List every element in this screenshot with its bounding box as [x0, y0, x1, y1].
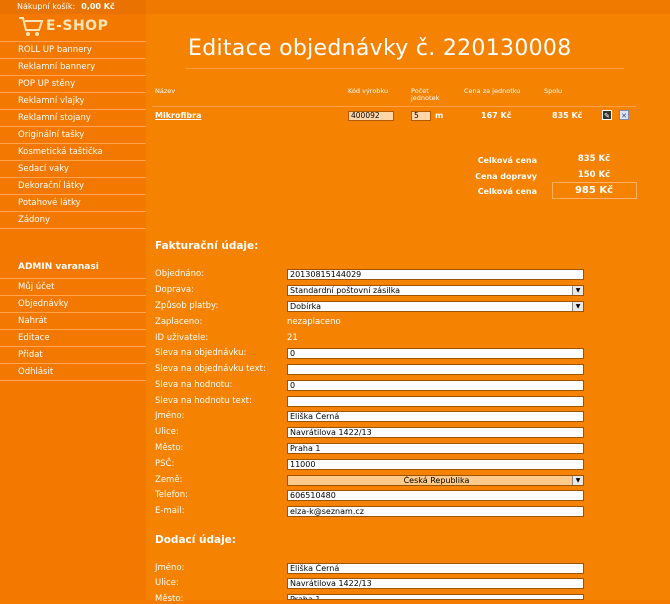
col-header-name: Název [155, 87, 176, 95]
col-header-code: Kód výrobku [348, 87, 389, 95]
nav-item-pop-up[interactable]: POP UP stěny [0, 76, 146, 93]
delivery-city-field[interactable]: Praha 1 [287, 594, 584, 600]
payment-select[interactable]: Dobírka ▼ [287, 301, 584, 312]
user-id-label: ID uživatele: [155, 333, 209, 343]
phone-label: Telefon: [155, 490, 189, 500]
header-divider [152, 106, 636, 107]
discount-value-label: Sleva na hodnotu: [155, 380, 233, 390]
admin-heading: ADMIN varanasi [18, 262, 99, 272]
billing-heading: Fakturační údaje: [155, 240, 259, 252]
admin-item-account[interactable]: Můj účet [0, 279, 146, 296]
phone-field[interactable]: 606510480 [287, 490, 584, 501]
cart-summary[interactable]: Nákupní košík: 0,00 Kč [0, 0, 146, 14]
delivery-name-label: Jméno: [155, 563, 185, 573]
country-select-value: Česká Republika [403, 476, 470, 485]
item-unit: m [435, 111, 444, 120]
billing-zip-label: PSČ: [155, 459, 175, 469]
email-label: E-mail: [155, 506, 185, 516]
nav-item-dekoracni[interactable]: Dekorační látky [0, 178, 146, 195]
country-label: Země: [155, 475, 183, 485]
delete-icon[interactable]: ✕ [619, 110, 629, 120]
discount-value-text-label: Sleva na hodnotu text: [155, 396, 252, 406]
user-id-value: 21 [287, 333, 298, 343]
shop-logo[interactable]: E-SHOP [18, 14, 138, 40]
item-code-input[interactable]: 400092 [348, 111, 394, 121]
category-nav: ROLL UP bannery Reklamní bannery POP UP … [0, 41, 146, 229]
delivery-city-label: Město: [155, 594, 184, 604]
nav-item-sedaci-vaky[interactable]: Sedací vaky [0, 161, 146, 178]
nav-item-kosmeticka[interactable]: Kosmetická taštička [0, 144, 146, 161]
billing-zip-field[interactable]: 11000 [287, 459, 584, 470]
nav-item-reklamni-bannery[interactable]: Reklamní bannery [0, 59, 146, 76]
paid-value: nezaplaceno [287, 317, 341, 327]
item-qty-input[interactable]: 5 [411, 111, 431, 121]
grand-total-label: Celková cena [477, 187, 537, 196]
billing-city-label: Město: [155, 443, 184, 453]
admin-item-logout[interactable]: Odhlásit [0, 364, 146, 381]
admin-item-upload[interactable]: Nahrát [0, 313, 146, 330]
delivery-street-field[interactable]: Navrátilova 1422/13 [287, 578, 584, 589]
shipping-cost-label: Cena dopravy [475, 172, 537, 181]
subtotal-label: Celková cena [477, 156, 537, 165]
discount-order-text-label: Sleva na objednávku text: [155, 364, 266, 374]
logo-text: E-SHOP [46, 18, 109, 34]
ordered-label: Objednáno: [155, 269, 205, 279]
col-header-qty: Počet jednotek [411, 87, 440, 102]
nav-item-roll-up[interactable]: ROLL UP bannery [0, 42, 146, 59]
billing-name-label: Jméno: [155, 411, 185, 421]
page-title: Editace objednávky č. 220130008 [188, 36, 572, 61]
nav-item-zadony[interactable]: Zádony [0, 212, 146, 229]
discount-order-label: Sleva na objednávku: [155, 348, 247, 358]
main-content: Editace objednávky č. 220130008 Název Kó… [146, 0, 670, 604]
shipping-select-value: Standardní poštovní zásilka [290, 286, 401, 295]
top-strip [146, 0, 670, 14]
admin-item-edit[interactable]: Editace [0, 330, 146, 347]
chevron-down-icon[interactable]: ▼ [572, 302, 583, 311]
cart-label: Nákupní košík: [17, 2, 76, 11]
delivery-name-field[interactable]: Eliška Černá [287, 563, 584, 574]
item-total: 835 Kč [552, 111, 583, 120]
billing-street-field[interactable]: Navrátilova 1422/13 [287, 427, 584, 438]
nav-item-tasky[interactable]: Originální tašky [0, 127, 146, 144]
billing-city-field[interactable]: Praha 1 [287, 443, 584, 454]
chevron-down-icon[interactable]: ▼ [572, 476, 583, 485]
discount-value-field[interactable]: 0 [287, 380, 584, 391]
nav-item-vlajky[interactable]: Reklamní vlajky [0, 93, 146, 110]
cart-icon [19, 17, 44, 36]
admin-nav: Můj účet Objednávky Nahrát Editace Přida… [0, 278, 146, 381]
col-header-unit-price: Cena za jednotku [464, 87, 521, 95]
delivery-heading: Dodací údaje: [155, 534, 237, 546]
sidebar: Nákupní košík: 0,00 Kč E-SHOP ROLL UP ban… [0, 0, 146, 600]
paid-label: Zaplaceno: [155, 317, 203, 327]
shipping-select[interactable]: Standardní poštovní zásilka ▼ [287, 285, 584, 296]
ordered-field[interactable]: 20130815144029 [287, 269, 584, 280]
grand-total-value: 985 Kč [574, 185, 614, 196]
shipping-label: Doprava: [155, 285, 194, 295]
cart-value: 0,00 Kč [81, 2, 115, 11]
subtotal-value: 835 Kč [577, 154, 611, 164]
admin-item-add[interactable]: Přidat [0, 347, 146, 364]
payment-select-value: Dobírka [290, 302, 322, 311]
delivery-street-label: Ulice: [155, 578, 179, 588]
title-divider [186, 68, 624, 69]
discount-order-text-field[interactable] [287, 364, 584, 375]
chevron-down-icon[interactable]: ▼ [572, 286, 583, 295]
edit-icon[interactable]: ✎ [602, 110, 612, 120]
item-name-link[interactable]: Mikrofibra [155, 111, 201, 120]
admin-item-orders[interactable]: Objednávky [0, 296, 146, 313]
email-field[interactable]: elza-k@seznam.cz [287, 506, 584, 517]
billing-street-label: Ulice: [155, 427, 179, 437]
col-header-total: Spolu [544, 87, 563, 95]
shipping-cost-value: 150 Kč [577, 170, 611, 180]
discount-value-text-field[interactable] [287, 396, 584, 407]
payment-label: Způsob platby: [155, 301, 219, 311]
discount-order-field[interactable]: 0 [287, 348, 584, 359]
nav-item-potahove[interactable]: Potahové látky [0, 195, 146, 212]
country-select[interactable]: Česká Republika ▼ [287, 475, 584, 486]
billing-name-field[interactable]: Eliška Černá [287, 411, 584, 422]
item-unit-price: 167 Kč [481, 111, 512, 120]
nav-item-stojany[interactable]: Reklamní stojany [0, 110, 146, 127]
